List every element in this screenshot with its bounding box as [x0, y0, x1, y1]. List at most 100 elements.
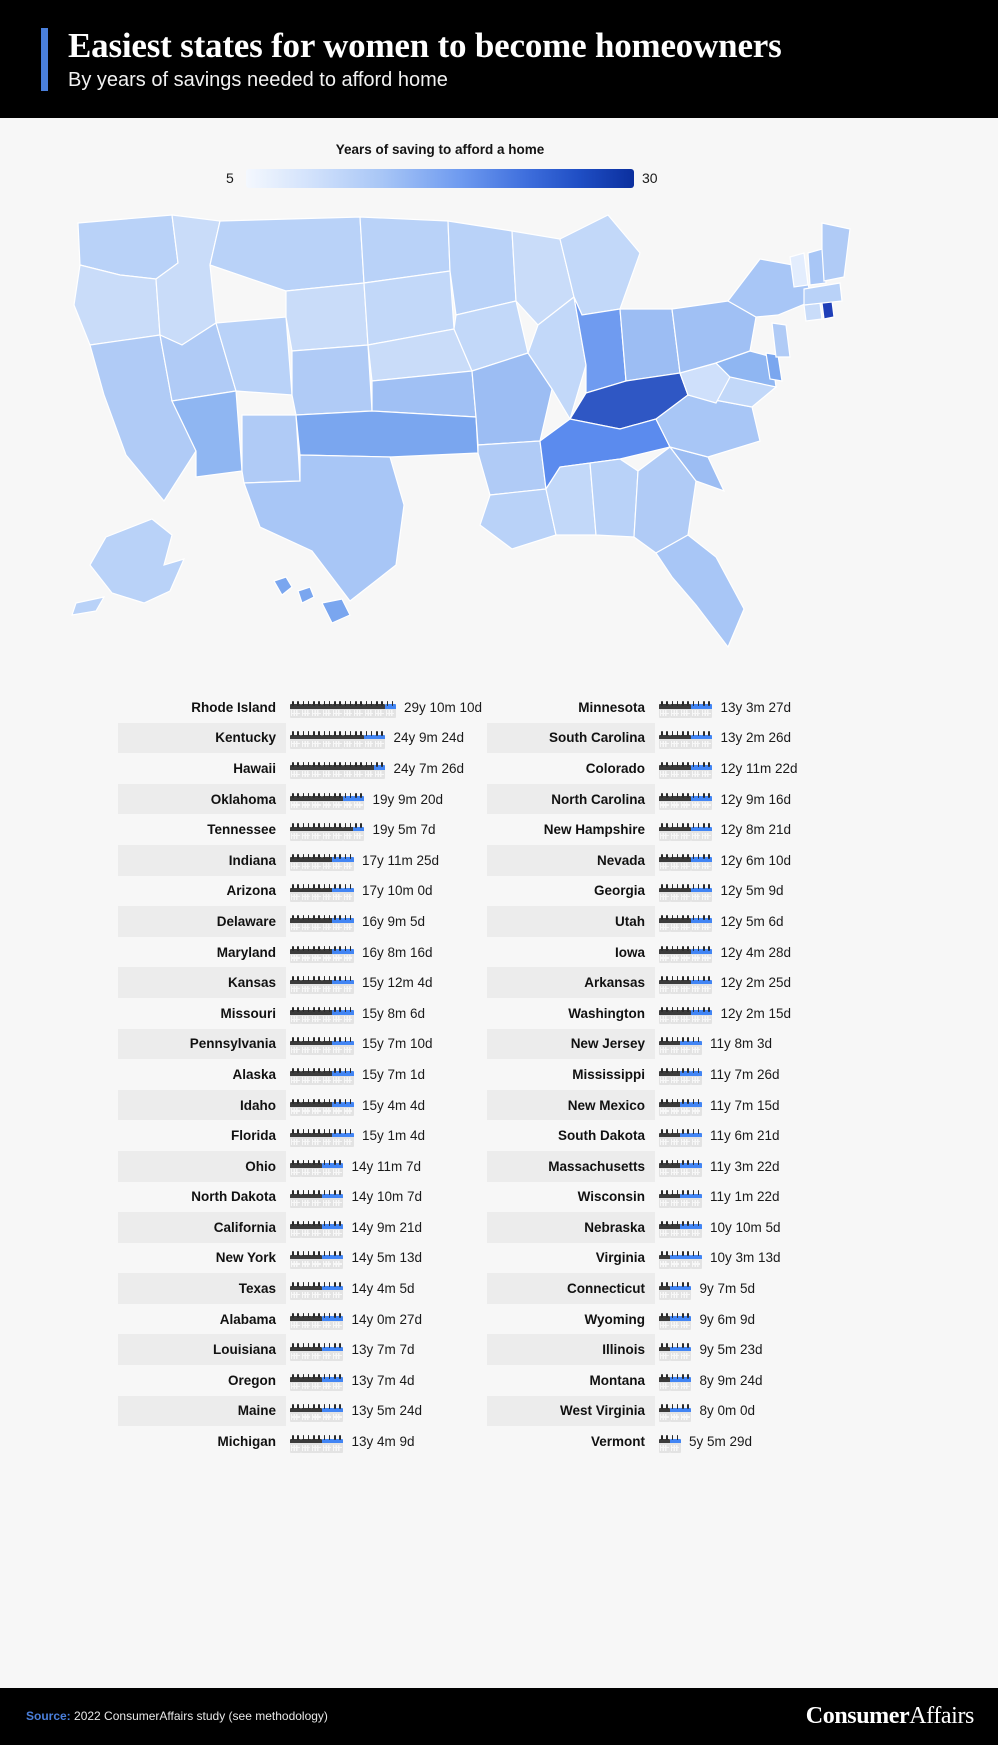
calendar-icon — [300, 1006, 312, 1025]
calendar-icon — [669, 1129, 681, 1147]
calendar-icon — [290, 1037, 301, 1055]
calendar-icon — [321, 853, 333, 872]
map-states-group — [71, 214, 851, 649]
map-svg — [71, 214, 851, 649]
table-row: Connecticut 9y 7m 5d — [487, 1273, 857, 1304]
calendar-icon — [311, 1037, 322, 1055]
calendar-icon — [332, 792, 343, 811]
table-row: Alaska 15y 7m 1d — [118, 1059, 488, 1090]
calendar-icon — [321, 976, 333, 994]
years-value: 13y 7m 4d — [351, 1372, 415, 1388]
calendar-icon — [290, 1220, 301, 1239]
calendar-icon — [300, 731, 312, 749]
table-row: Indiana 17y 11m 25d — [118, 844, 488, 876]
calendar-icon — [680, 823, 691, 841]
calendar-icon — [290, 884, 301, 902]
calendar-icon — [690, 1098, 702, 1117]
years-value: 24y 9m 24d — [393, 730, 465, 746]
calendar-icon — [311, 700, 322, 719]
state-name: Wyoming — [584, 1311, 646, 1327]
calendar-icon — [300, 1129, 312, 1147]
calendar-icon — [659, 1129, 670, 1147]
calendar-icon — [300, 700, 312, 719]
table-row: New Hampshire 12y 8m 21d — [487, 814, 857, 845]
calendar-icon — [374, 731, 385, 749]
calendar-icon — [332, 884, 343, 902]
calendar-icon — [669, 1220, 681, 1239]
calendar-icon — [669, 1006, 681, 1025]
calendar-icon — [680, 914, 691, 933]
state-name-cell: Virginia — [487, 1243, 655, 1274]
calendar-icon — [669, 1251, 681, 1269]
state-name-cell: New Mexico — [487, 1089, 655, 1121]
state-name: Idaho — [240, 1097, 276, 1113]
calendar-icon — [311, 1006, 322, 1025]
calendar-icon — [290, 1373, 301, 1392]
calendar-icon — [669, 1067, 681, 1086]
calendar-icon — [669, 1343, 681, 1361]
state-name: Wisconsin — [577, 1189, 645, 1205]
consumeraffairs-logo: ConsumerAffairs — [806, 1703, 975, 1730]
state-name-cell: Rhode Island — [118, 692, 286, 723]
calendar-strip — [659, 1033, 702, 1055]
calendar-icon — [321, 1190, 333, 1208]
calendar-strip — [659, 1431, 681, 1453]
state-name-cell: Maine — [118, 1395, 286, 1427]
calendar-icon — [311, 945, 322, 964]
calendar-strip — [290, 972, 354, 994]
state-ar — [477, 440, 547, 496]
calendar-strip — [659, 1400, 691, 1422]
calendar-strip — [290, 1216, 343, 1239]
state-name-cell: Massachusetts — [487, 1150, 655, 1182]
years-value: 15y 7m 1d — [362, 1066, 426, 1082]
calendar-icon — [311, 1190, 322, 1208]
table-row: Minnesota 13y 3m 27d — [487, 692, 857, 723]
calendar-icon — [353, 792, 364, 811]
years-value: 12y 8m 21d — [720, 822, 792, 838]
state-name: Mississippi — [572, 1066, 645, 1082]
calendar-icon — [321, 1343, 333, 1361]
table-row: Missouri 15y 8m 6d — [118, 998, 488, 1029]
calendar-icon — [332, 914, 343, 933]
calendar-icon — [311, 792, 322, 811]
calendar-icon — [290, 1159, 301, 1178]
table-row: North Dakota 14y 10m 7d — [118, 1182, 488, 1213]
calendar-icon — [659, 1343, 670, 1361]
calendar-icon — [669, 731, 681, 749]
years-value: 12y 6m 10d — [720, 852, 792, 868]
state-ak — [71, 518, 186, 616]
calendar-icon — [332, 1312, 343, 1331]
calendar-icon — [680, 1404, 691, 1422]
calendar-icon — [290, 945, 301, 964]
state-name: Oregon — [227, 1372, 276, 1388]
calendar-icon — [690, 1220, 702, 1239]
state-name-cell: Wyoming — [487, 1304, 655, 1335]
state-name-cell: Kentucky — [118, 722, 286, 754]
calendar-icon — [659, 1067, 670, 1086]
source-text: 2022 ConsumerAffairs study (see methodol… — [70, 1709, 328, 1723]
calendar-icon — [311, 731, 322, 749]
header-banner: Easiest states for women to become homeo… — [0, 0, 998, 118]
calendar-icon — [680, 1159, 691, 1178]
calendar-strip — [659, 696, 712, 719]
state-name-cell: South Dakota — [487, 1120, 655, 1151]
calendar-icon — [321, 1373, 333, 1392]
calendar-strip — [659, 788, 712, 811]
calendar-icon — [701, 976, 712, 994]
calendar-strip — [290, 1063, 354, 1086]
years-value: 12y 5m 6d — [720, 913, 784, 929]
calendar-strip — [659, 819, 712, 841]
calendar-strip — [659, 1063, 702, 1086]
calendar-strip — [659, 1216, 702, 1239]
state-name-cell: Pennsylvania — [118, 1028, 286, 1060]
calendar-icon — [332, 853, 343, 872]
state-name: Arkansas — [584, 975, 645, 991]
state-name-cell: Texas — [118, 1273, 286, 1304]
state-name-cell: Illinois — [487, 1334, 655, 1366]
years-value: 12y 2m 25d — [720, 975, 792, 991]
years-value: 10y 10m 5d — [710, 1219, 781, 1235]
state-name: Vermont — [590, 1434, 645, 1450]
state-name-cell: Michigan — [118, 1426, 286, 1457]
state-name-cell: Vermont — [487, 1426, 655, 1457]
calendar-icon — [290, 914, 301, 933]
